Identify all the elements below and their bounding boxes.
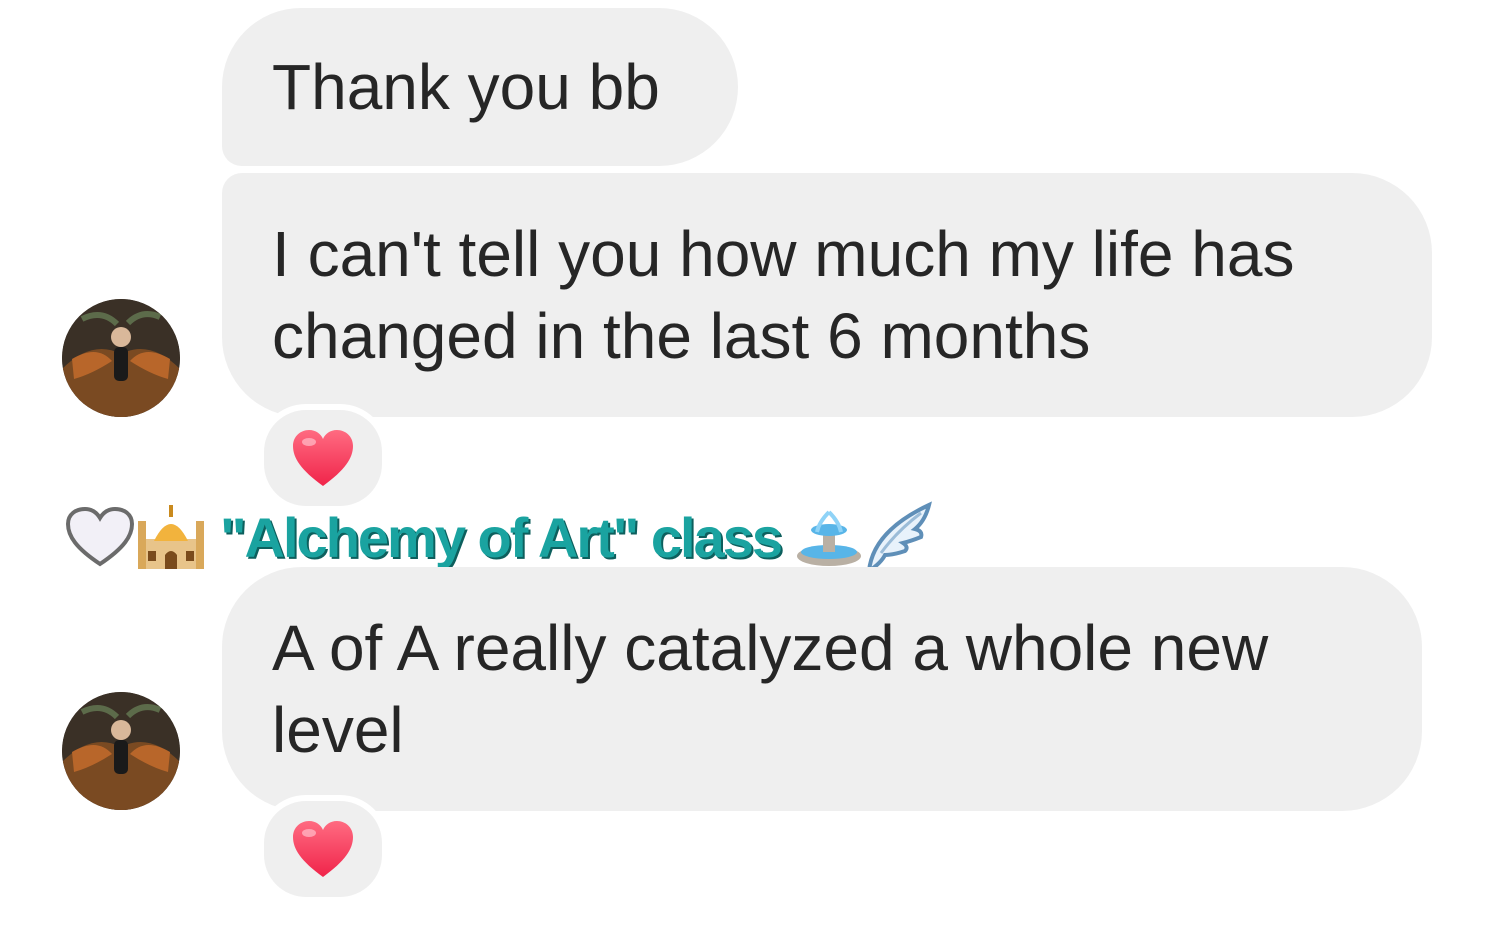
message-text: Thank you bb bbox=[272, 51, 660, 123]
message-text: A of A really catalyzed a whole new leve… bbox=[272, 612, 1269, 766]
avatar[interactable] bbox=[62, 692, 180, 810]
reaction[interactable] bbox=[258, 795, 388, 903]
fountain-icon bbox=[797, 510, 862, 566]
avatar[interactable] bbox=[62, 299, 180, 417]
red-heart-icon bbox=[293, 821, 353, 877]
message-bubble[interactable]: I can't tell you how much my life has ch… bbox=[222, 173, 1432, 417]
avatar-image bbox=[62, 692, 180, 810]
white-heart-icon bbox=[65, 506, 135, 567]
reaction[interactable] bbox=[258, 404, 388, 512]
reply-header: "Alchemy of Art" class bbox=[64, 497, 933, 577]
wing-icon bbox=[866, 501, 932, 573]
reply-header-text: "Alchemy of Art" class bbox=[220, 505, 783, 569]
chat-thread: Thank you bb I can't tell you how much m… bbox=[0, 0, 1507, 928]
message-bubble[interactable]: A of A really catalyzed a whole new leve… bbox=[222, 567, 1422, 811]
message-bubble[interactable]: Thank you bb bbox=[222, 8, 738, 166]
message-text: I can't tell you how much my life has ch… bbox=[272, 218, 1295, 372]
red-heart-icon bbox=[293, 430, 353, 486]
avatar-image bbox=[62, 299, 180, 417]
mosque-icon bbox=[138, 505, 204, 569]
